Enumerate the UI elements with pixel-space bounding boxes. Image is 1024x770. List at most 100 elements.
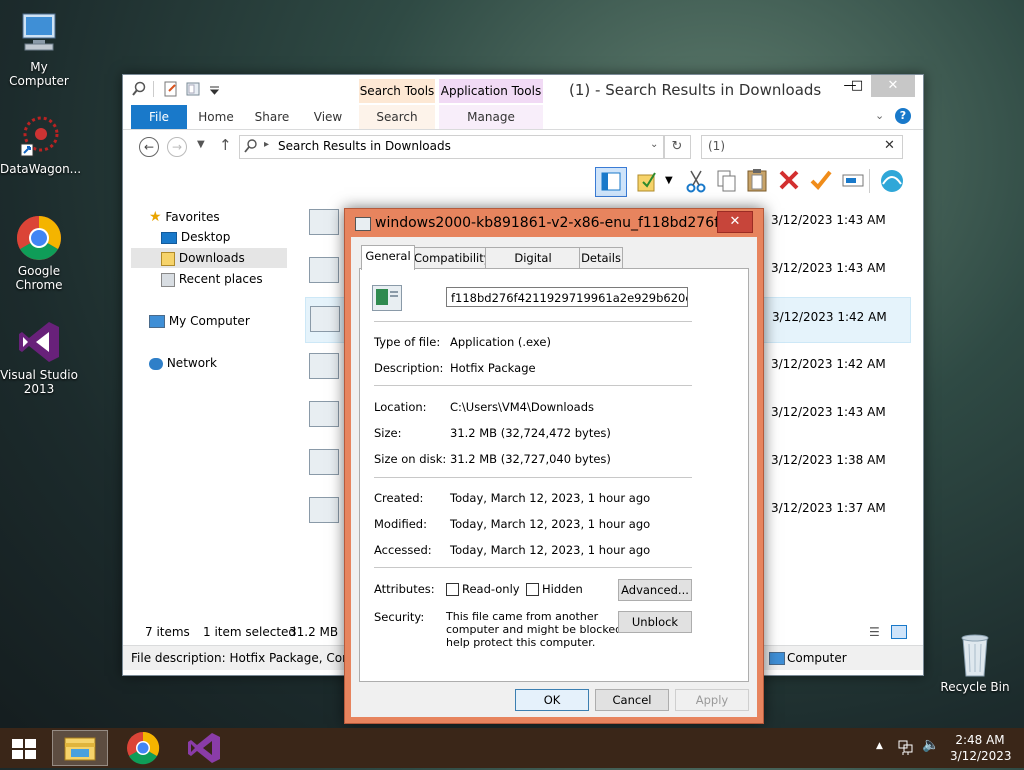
attributes-label: Attributes: <box>374 582 435 596</box>
taskbar-file-explorer[interactable] <box>52 730 108 766</box>
clock-time: 2:48 AM <box>955 733 1005 747</box>
tab-general[interactable]: General <box>361 245 415 270</box>
network-status-icon[interactable] <box>898 738 914 759</box>
network-icon <box>149 357 163 370</box>
hidden-checkbox[interactable] <box>526 583 539 596</box>
visual-studio-icon <box>188 733 220 763</box>
apply-button[interactable]: Apply <box>675 689 749 711</box>
nav-desktop[interactable]: Desktop <box>161 227 230 247</box>
application-file-icon <box>309 209 339 235</box>
start-button[interactable] <box>0 730 48 766</box>
select-dropdown-icon[interactable]: ▼ <box>665 175 673 186</box>
clock[interactable]: 2:48 AM 3/12/2023 <box>950 732 1012 764</box>
copy-icon[interactable] <box>715 169 737 196</box>
forward-icon[interactable]: → <box>167 137 187 157</box>
size-on-disk-value: 31.2 MB (32,727,040 bytes) <box>450 452 611 466</box>
taskbar-visual-studio[interactable] <box>178 730 230 766</box>
help-icon[interactable]: ? <box>895 108 911 124</box>
tab-share[interactable]: Share <box>249 105 295 129</box>
recent-locations-icon[interactable]: ▼ <box>197 139 205 150</box>
search-input-value: (1) <box>708 139 725 153</box>
security-text-line-2: computer and might be blocked to <box>446 623 637 636</box>
desktop-icon-visual-studio[interactable]: Visual Studio 2013 <box>0 318 78 396</box>
tab-digital-signatures[interactable]: Digital Signatures <box>485 247 581 285</box>
ok-button[interactable]: OK <box>515 689 589 711</box>
nav-label: Desktop <box>180 230 231 244</box>
desktop-icon-label: Visual Studio 2013 <box>0 368 78 396</box>
location-value: C:\Users\VM4\Downloads <box>450 400 594 414</box>
readonly-checkbox[interactable] <box>446 583 459 596</box>
nav-network[interactable]: Network <box>149 353 217 373</box>
qa-divider <box>153 81 154 97</box>
address-bar-row: ← → ▼ ↑ ▸ Search Results in Downloads ⌄ … <box>123 133 923 163</box>
application-file-icon <box>309 401 339 427</box>
large-icons-view-icon[interactable] <box>891 625 907 639</box>
volume-icon[interactable]: 🔈 <box>922 737 939 753</box>
advanced-button[interactable]: Advanced... <box>618 579 692 601</box>
readonly-label: Read-only <box>462 582 520 596</box>
preview-pane-icon[interactable] <box>595 167 627 197</box>
nav-favorites[interactable]: ★ Favorites <box>149 207 220 227</box>
accessed-label: Accessed: <box>374 543 432 557</box>
nav-recent-places[interactable]: Recent places <box>161 269 263 289</box>
desktop-icon-recycle-bin[interactable]: Recycle Bin <box>936 630 1014 694</box>
show-hidden-icons-icon[interactable]: ▲ <box>876 741 883 751</box>
type-value: Application (.exe) <box>450 335 551 349</box>
desktop-icon-datawagon[interactable]: DataWagon... <box>0 112 82 176</box>
desktop-icon-label: DataWagon... <box>0 162 82 176</box>
file-date: 3/12/2023 1:43 AM <box>771 405 886 419</box>
created-label: Created: <box>374 491 424 505</box>
nav-downloads[interactable]: Downloads <box>131 248 287 268</box>
unblock-button[interactable]: Unblock <box>618 611 692 633</box>
dialog-close-button[interactable]: ✕ <box>717 211 753 233</box>
file-date: 3/12/2023 1:43 AM <box>771 213 886 227</box>
taskbar-chrome[interactable] <box>116 730 168 766</box>
filename-field[interactable]: f118bd276f4211929719961a2e929b620c1a2234 <box>446 287 688 307</box>
rename-icon[interactable] <box>841 169 865 194</box>
details-view-icon[interactable]: ☰ <box>869 625 880 639</box>
search-icon[interactable] <box>131 81 147 97</box>
desktop-icon-chrome[interactable]: Google Chrome <box>0 214 78 292</box>
desktop-icon-label: Google Chrome <box>15 264 63 292</box>
tab-file[interactable]: File <box>131 105 187 129</box>
security-text-line-1: This file came from another <box>446 610 599 623</box>
paste-icon[interactable] <box>745 167 769 196</box>
created-value: Today, March 12, 2023, 1 hour ago <box>450 491 651 505</box>
nav-my-computer[interactable]: My Computer <box>149 311 250 331</box>
quick-access-dropdown-icon[interactable] <box>207 81 223 97</box>
tab-home[interactable]: Home <box>193 105 239 129</box>
select-icon[interactable] <box>635 169 661 196</box>
custom-toolbar: ▼ <box>123 165 923 199</box>
refresh-icon[interactable]: ↻ <box>663 135 691 159</box>
windows-logo-icon <box>12 739 36 759</box>
close-button[interactable]: ✕ <box>871 75 915 97</box>
search-box[interactable]: (1) ✕ <box>701 135 903 159</box>
nav-label: Favorites <box>165 210 220 224</box>
breadcrumb-chevron-icon: ▸ <box>264 139 270 150</box>
properties-icon[interactable] <box>163 81 179 97</box>
tab-compatibility[interactable]: Compatibility <box>413 247 491 268</box>
delete-icon[interactable] <box>777 168 801 195</box>
cut-icon[interactable] <box>685 169 707 196</box>
new-folder-icon[interactable] <box>185 81 201 97</box>
address-dropdown-icon[interactable]: ⌄ <box>650 139 658 150</box>
tab-view[interactable]: View <box>305 105 351 129</box>
desktop-icon-my-computer[interactable]: My Computer <box>0 10 78 88</box>
ribbon-expand-icon[interactable]: ⌄ <box>875 109 884 122</box>
datawagon-icon <box>15 112 63 160</box>
tab-details[interactable]: Details <box>579 247 623 268</box>
cancel-button[interactable]: Cancel <box>595 689 669 711</box>
tab-manage[interactable]: Manage <box>439 105 543 129</box>
application-file-icon <box>309 449 339 475</box>
shell-icon[interactable] <box>879 168 905 197</box>
downloads-folder-icon <box>161 251 175 266</box>
details-zone: Computer <box>787 651 847 665</box>
properties-dialog: windows2000-kb891861-v2-x86-enu_f118bd27… <box>344 208 764 724</box>
checkmark-icon[interactable] <box>809 168 833 195</box>
tab-search[interactable]: Search <box>359 105 435 129</box>
address-field[interactable]: ▸ Search Results in Downloads ⌄ <box>239 135 665 159</box>
application-file-icon <box>309 353 339 379</box>
back-icon[interactable]: ← <box>139 137 159 157</box>
up-icon[interactable]: ↑ <box>219 136 232 154</box>
clear-search-icon[interactable]: ✕ <box>884 138 895 153</box>
